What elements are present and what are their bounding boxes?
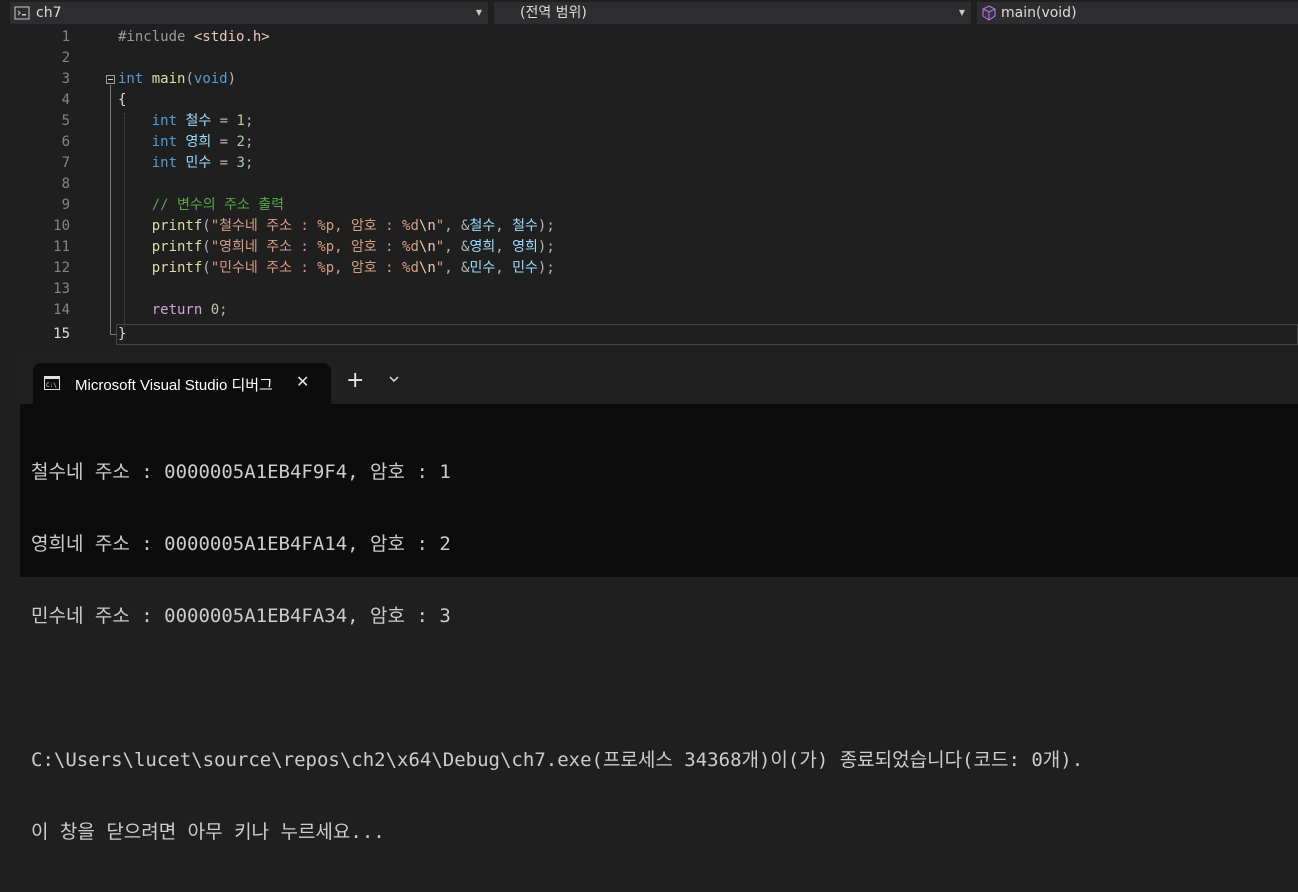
terminal-icon: C:\	[44, 376, 60, 390]
code-line-7: int 민수 = 3;	[151, 155, 254, 171]
code-line-11: printf("영희네 주소 : %p, 암호 : %d\n", &영희, 영희…	[151, 239, 555, 255]
line-number: 13	[53, 281, 70, 297]
variable-name: 민수	[185, 155, 212, 171]
line-number: 9	[61, 197, 70, 213]
line-number: 1	[61, 29, 70, 45]
scope-name: (전역 범위)	[520, 5, 587, 21]
preprocessor-directive: #include	[118, 29, 186, 45]
line-number-gutter: 1 2 3 4 5 6 7 8 9 10 11 12 13 14 15	[10, 27, 70, 349]
current-line-highlight	[116, 324, 1298, 345]
code-line-12: printf("민수네 주소 : %p, 암호 : %d\n", &민수, 민수…	[151, 260, 555, 276]
variable-name: 민수	[469, 260, 496, 276]
plus-icon[interactable]: +	[346, 370, 364, 392]
chevron-down-icon[interactable]	[387, 372, 401, 386]
fold-region-line	[110, 85, 111, 335]
param-keyword: void	[193, 71, 228, 87]
variable-name: 영희	[469, 239, 496, 255]
code-line-4: {	[118, 90, 126, 111]
variable-name: 철수	[512, 218, 538, 234]
output-line: 이 창을 닫으려면 아무 키나 누르세요...	[31, 821, 385, 843]
output-line: 영희네 주소 : 0000005A1EB4FA14, 암호 : 2	[31, 533, 451, 555]
project-icon	[14, 6, 30, 20]
line-number: 14	[53, 302, 70, 318]
line-number: 11	[53, 239, 70, 255]
code-line-10: printf("철수네 주소 : %p, 암호 : %d\n", &철수, 철수…	[151, 218, 555, 234]
escape-sequence: \n	[418, 218, 436, 234]
terminal-tab-title: Microsoft Visual Studio 디버그	[75, 377, 273, 394]
string-literal: "민수네 주소 : %p, 암호 : %d	[210, 260, 419, 276]
function-name: main	[151, 71, 186, 87]
type-keyword: int	[118, 71, 144, 87]
fold-region-end	[110, 334, 116, 335]
project-dropdown[interactable]: ch7 ▼	[10, 2, 488, 24]
output-line: 철수네 주소 : 0000005A1EB4F9F4, 암호 : 1	[31, 461, 451, 483]
close-brace: }	[118, 326, 127, 342]
type-keyword: int	[151, 113, 178, 129]
terminal-tab[interactable]: C:\ Microsoft Visual Studio 디버그 ✕	[33, 363, 331, 404]
line-number: 2	[61, 50, 70, 66]
line-number-current: 15	[53, 326, 70, 342]
line-number: 4	[61, 92, 70, 108]
output-line: C:\Users\lucet\source\repos\ch2\x64\Debu…	[31, 749, 1084, 771]
variable-name: 철수	[469, 218, 496, 234]
cube-icon	[982, 5, 996, 21]
line-number: 5	[61, 113, 70, 129]
return-keyword: return	[151, 302, 203, 318]
code-line-9: // 변수의 주소 출력	[118, 195, 284, 216]
number-literal: 1	[236, 113, 245, 129]
variable-name: 민수	[512, 260, 538, 276]
member-dropdown[interactable]: main(void)	[977, 2, 1298, 24]
variable-name: 영희	[512, 239, 538, 255]
type-keyword: int	[151, 155, 178, 171]
type-keyword: int	[151, 134, 178, 150]
include-header: <stdio.h>	[193, 29, 270, 45]
code-line-3: int main(void)	[118, 71, 237, 87]
variable-name: 영희	[185, 134, 212, 150]
line-number: 7	[61, 155, 70, 171]
project-name: ch7	[36, 5, 62, 21]
scope-dropdown[interactable]: (전역 범위) ▼	[494, 2, 971, 24]
output-line: 민수네 주소 : 0000005A1EB4FA34, 암호 : 3	[31, 605, 451, 627]
escape-sequence: \n	[418, 239, 436, 255]
close-icon[interactable]: ✕	[296, 372, 309, 392]
code-line-14: return 0;	[151, 302, 228, 318]
navigation-bar: ch7 ▼ (전역 범위) ▼ main(void)	[0, 0, 1298, 27]
string-literal: "영희네 주소 : %p, 암호 : %d	[210, 239, 419, 255]
function-call: printf	[151, 239, 203, 255]
escape-sequence: \n	[418, 260, 436, 276]
number-literal: 2	[236, 134, 245, 150]
number-literal: 3	[236, 155, 245, 171]
collapse-toggle-icon[interactable]	[106, 75, 115, 84]
line-number: 8	[61, 176, 70, 192]
svg-text:C:\: C:\	[46, 382, 57, 389]
string-literal: "철수네 주소 : %p, 암호 : %d	[210, 218, 419, 234]
console-output: 철수네 주소 : 0000005A1EB4F9F4, 암호 : 1 영희네 주소…	[31, 412, 1083, 892]
function-call: printf	[151, 218, 203, 234]
terminal-tab-bar: C:\ Microsoft Visual Studio 디버그 ✕ +	[20, 352, 1298, 404]
code-line-15: }	[118, 324, 126, 345]
number-literal: 0	[210, 302, 220, 318]
code-comment: // 변수의 주소 출력	[151, 197, 285, 213]
line-number: 6	[61, 134, 70, 150]
line-number: 12	[53, 260, 70, 276]
chevron-down-icon[interactable]: ▼	[959, 2, 965, 24]
code-editor[interactable]: 1 2 3 4 5 6 7 8 9 10 11 12 13 14 15 #inc…	[10, 27, 1298, 349]
code-line-5: int 철수 = 1;	[151, 113, 254, 129]
line-number: 3	[61, 71, 70, 87]
open-brace: {	[118, 92, 127, 108]
code-line-1: #include <stdio.h>	[118, 27, 270, 48]
line-number: 10	[53, 218, 70, 234]
member-name: main(void)	[1001, 5, 1077, 21]
chevron-down-icon[interactable]: ▼	[476, 2, 482, 24]
code-line-6: int 영희 = 2;	[151, 134, 254, 150]
function-call: printf	[151, 260, 203, 276]
debug-console-window[interactable]: C:\ Microsoft Visual Studio 디버그 ✕ + 철수네 …	[20, 352, 1298, 843]
variable-name: 철수	[185, 113, 212, 129]
